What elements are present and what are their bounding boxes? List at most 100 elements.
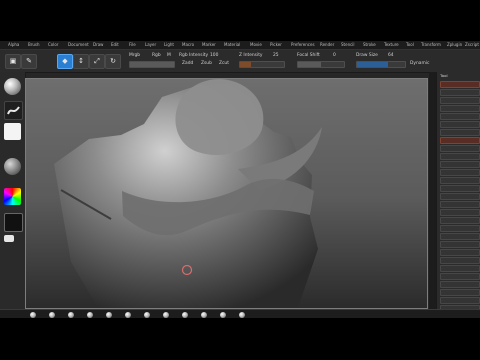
brush-sphere-icon[interactable] <box>4 78 21 95</box>
paste-tool-button[interactable] <box>440 105 480 112</box>
rgb-intensity-label: Rgb Intensity <box>179 53 209 58</box>
brush-clay-icon[interactable] <box>49 312 55 318</box>
zsub-label: Zsub <box>201 61 212 66</box>
export-button[interactable] <box>440 121 480 128</box>
alpha-square-icon[interactable] <box>4 123 21 140</box>
make-polymesh3d-button[interactable] <box>440 137 480 144</box>
brush-damstandard-icon[interactable] <box>87 312 93 318</box>
menu-item-zplugin[interactable]: Zplugin <box>447 42 462 48</box>
menu-item-marker[interactable]: Marker <box>202 42 216 48</box>
nanomesh-button[interactable] <box>440 209 480 216</box>
surface-button[interactable] <box>440 249 480 256</box>
z-intensity-slider[interactable] <box>239 61 285 68</box>
zadd-label: Zadd <box>182 61 194 66</box>
menu-item-edit[interactable]: Edit <box>111 42 119 48</box>
menu-item-brush[interactable]: Brush <box>28 42 40 48</box>
polygroups-button[interactable] <box>440 281 480 288</box>
switch-color-icon[interactable] <box>4 235 14 242</box>
brush-move-icon[interactable] <box>68 312 74 318</box>
menu-item-draw[interactable]: Draw <box>93 42 103 48</box>
menu-item-document[interactable]: Document <box>68 42 89 48</box>
brush-snake-hook-icon[interactable] <box>220 312 226 318</box>
r-button[interactable] <box>440 169 480 176</box>
visibility-button[interactable] <box>440 273 480 280</box>
focal-shift-label: Focal Shift <box>297 53 320 58</box>
rotate-button[interactable]: ↻ <box>105 54 121 69</box>
menu-item-preferences[interactable]: Preferences <box>291 42 315 48</box>
color-picker-icon[interactable] <box>4 188 21 205</box>
menu-item-texture[interactable]: Texture <box>384 42 399 48</box>
clone-button[interactable] <box>440 129 480 136</box>
document-viewport[interactable] <box>25 78 428 309</box>
scale-button[interactable]: ⤢ <box>89 54 105 69</box>
contact-button[interactable] <box>440 289 480 296</box>
material-sphere-icon[interactable] <box>4 158 21 175</box>
menu-item-color[interactable]: Color <box>48 42 58 48</box>
brush-inflate-icon[interactable] <box>144 312 150 318</box>
move-icon: ↕ <box>78 57 84 65</box>
bottom-brush-shelf <box>0 309 480 318</box>
mrgb-label: Mrgb <box>129 53 141 58</box>
brush-smooth-icon[interactable] <box>182 312 188 318</box>
brush-flatten-icon[interactable] <box>239 312 245 318</box>
m-label: M <box>167 53 171 58</box>
geometry-hd-button[interactable] <box>440 233 480 240</box>
move-button[interactable]: ↕ <box>73 54 89 69</box>
menu-item-movie[interactable]: Movie <box>250 42 262 48</box>
brush-slash-icon[interactable] <box>201 312 207 318</box>
menu-item-picker[interactable]: Picker <box>270 42 282 48</box>
menu-item-zscript[interactable]: Zscript <box>465 42 479 48</box>
draw-size-label: Draw Size <box>356 53 378 58</box>
brush-standard-icon[interactable] <box>30 312 36 318</box>
morph-target-button[interactable] <box>440 297 480 304</box>
deformation-button[interactable] <box>440 257 480 264</box>
fibermesh-button[interactable] <box>440 225 480 232</box>
focal-shift-fill <box>298 62 321 67</box>
layers-button[interactable] <box>440 217 480 224</box>
menu-item-transform[interactable]: Transform <box>421 42 441 48</box>
masking-button[interactable] <box>440 265 480 272</box>
geometry-button[interactable] <box>440 193 480 200</box>
draw-size-value: 64 <box>388 53 394 58</box>
visible-button[interactable] <box>440 161 480 168</box>
import-button[interactable] <box>440 113 480 120</box>
copy-tool-button[interactable] <box>440 97 480 104</box>
zbrush-window: Alpha Brush Color Document Draw Edit Fil… <box>0 41 480 318</box>
brush-pinch-icon[interactable] <box>163 312 169 318</box>
menu-item-alpha[interactable]: Alpha <box>8 42 19 48</box>
draw-size-slider[interactable] <box>356 61 406 68</box>
goz-button[interactable] <box>440 145 480 152</box>
z-intensity-fill <box>240 62 251 67</box>
menu-item-stroke[interactable]: Stroke <box>363 42 376 48</box>
menu-item-layer[interactable]: Layer <box>145 42 156 48</box>
all-button[interactable] <box>440 153 480 160</box>
scale-icon: ⤢ <box>94 57 100 65</box>
menu-item-tool[interactable]: Tool <box>406 42 414 48</box>
load-tool-button[interactable] <box>440 81 480 88</box>
main-color-swatch-icon[interactable] <box>4 213 23 232</box>
rgb-intensity-slider[interactable] <box>129 61 175 68</box>
save-as-button[interactable] <box>440 89 480 96</box>
menu-item-stencil[interactable]: Stencil <box>341 42 355 48</box>
light-box-button[interactable]: ▣ <box>5 54 21 69</box>
menu-item-file[interactable]: File <box>129 42 136 48</box>
lightbox-tools-button[interactable] <box>440 177 480 184</box>
sculpt-canvas <box>54 79 322 308</box>
stroke-icon[interactable] <box>4 101 23 120</box>
left-shelf <box>0 72 26 318</box>
menu-item-macro[interactable]: Macro <box>182 42 194 48</box>
arraymesh-button[interactable] <box>440 201 480 208</box>
edit-button[interactable]: ✎ <box>21 54 37 69</box>
zcut-label: Zcut <box>219 61 229 66</box>
subtool-button[interactable] <box>440 185 480 192</box>
menu-item-light[interactable]: Light <box>164 42 174 48</box>
draw-button[interactable]: ◆ <box>57 54 73 69</box>
z-intensity-value: 25 <box>273 53 279 58</box>
edit-icon: ✎ <box>26 57 32 65</box>
brush-trim-icon[interactable] <box>106 312 112 318</box>
preview-button[interactable] <box>440 241 480 248</box>
menu-item-material[interactable]: Material <box>224 42 240 48</box>
menu-item-render[interactable]: Render <box>320 42 334 48</box>
focal-shift-slider[interactable] <box>297 61 345 68</box>
brush-hpolish-icon[interactable] <box>125 312 131 318</box>
